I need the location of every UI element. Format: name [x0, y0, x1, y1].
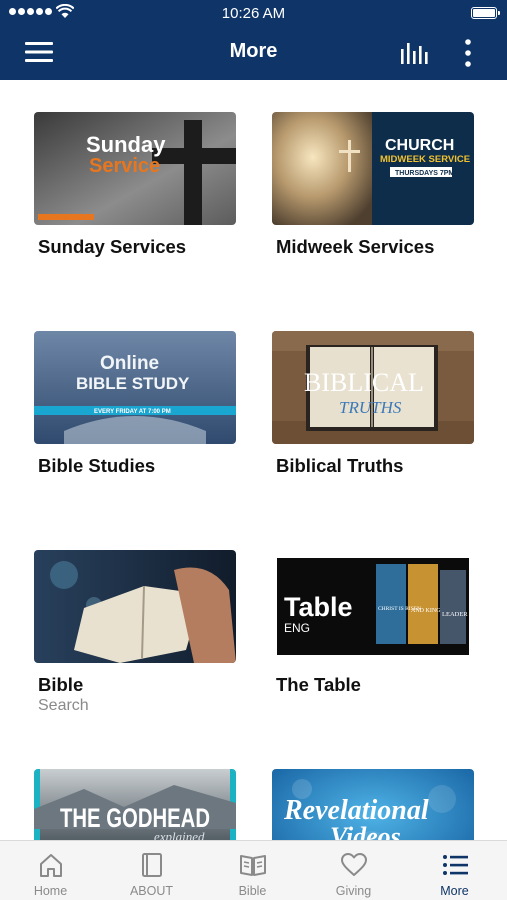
tab-bible[interactable]: Bible [202, 841, 303, 900]
midweek-service-thumbnail: CHURCH MIDWEEK SERVICE THURSDAYS 7PM [272, 112, 474, 225]
list-icon [443, 855, 468, 875]
status-bar: 10:26 AM [0, 0, 507, 26]
tab-label: Giving [335, 884, 372, 898]
battery-icon [471, 7, 500, 19]
book-icon [142, 853, 162, 877]
book-text-leader: LEADER [442, 611, 468, 618]
tab-more[interactable]: More [404, 841, 505, 900]
thumb-text-service: Service [89, 155, 160, 177]
thumb-text-online: Online [100, 353, 159, 374]
thumb-text-every-friday: EVERY FRIDAY AT 7:00 PM [94, 409, 171, 415]
tile-title: Bible Studies [38, 455, 156, 476]
thumb-text-thursdays: THURSDAYS 7PM [395, 170, 454, 177]
tab-giving[interactable]: Giving [303, 841, 404, 900]
audio-bars-icon[interactable] [400, 40, 430, 66]
tab-label: ABOUT [129, 884, 174, 898]
biblical-truths-thumbnail: BIBLICAL TRUTHS [272, 331, 474, 444]
page-title: More [229, 40, 278, 62]
more-options-icon[interactable] [458, 38, 478, 68]
open-book-icon [240, 855, 266, 876]
tab-label: Bible [238, 884, 267, 898]
tile-subtitle: Search [38, 697, 89, 714]
online-bible-study-thumbnail: Online BIBLE STUDY EVERY FRIDAY AT 7:00 … [34, 331, 236, 444]
tile-title: Midweek Services [276, 236, 435, 257]
the-table-thumbnail: Table ENG CHRIST IS RISEN AND KING LEADE… [272, 550, 474, 663]
thumb-text-bible-study: BIBLE STUDY [76, 374, 190, 393]
tab-label: More [440, 884, 469, 898]
tab-label: Home [33, 884, 68, 898]
tab-home[interactable]: Home [0, 841, 101, 900]
tile-title: The Table [276, 674, 361, 695]
tile-title: Bible [38, 674, 84, 695]
sunday-service-thumbnail: Sunday Service [34, 112, 236, 225]
book-text-and-king: AND KING [411, 608, 441, 614]
thumb-text-sunday: Sunday [86, 132, 166, 157]
thumb-text-eng: ENG [284, 621, 310, 635]
thumb-text-midweek: MIDWEEK SERVICE [380, 154, 470, 165]
thumb-text-explained: explained [154, 829, 205, 840]
nav-bar: More [0, 26, 507, 80]
the-godhead-thumbnail: THE GODHEAD explained [34, 769, 236, 840]
thumb-text-church: CHURCH [385, 137, 454, 154]
thumb-text-truths: TRUTHS [339, 398, 402, 417]
bottom-tab-bar: Home ABOUT Bible Giving More [0, 840, 507, 900]
heart-icon [341, 853, 367, 876]
thumb-text-biblical: BIBLICAL [304, 368, 424, 397]
revelational-videos-thumbnail: Revelational Videos [272, 769, 474, 840]
thumb-text-videos: Videos [330, 822, 401, 840]
more-content-grid: Sunday Service Sunday Services CHURCH MI… [0, 80, 507, 840]
tab-about[interactable]: ABOUT [101, 841, 202, 900]
tile-title: Biblical Truths [276, 455, 404, 476]
tile-title: Sunday Services [38, 236, 187, 257]
home-icon [40, 854, 62, 877]
thumb-text-table: Table [284, 592, 353, 622]
status-time: 10:26 AM [221, 5, 286, 22]
bible-hands-thumbnail [34, 550, 236, 663]
